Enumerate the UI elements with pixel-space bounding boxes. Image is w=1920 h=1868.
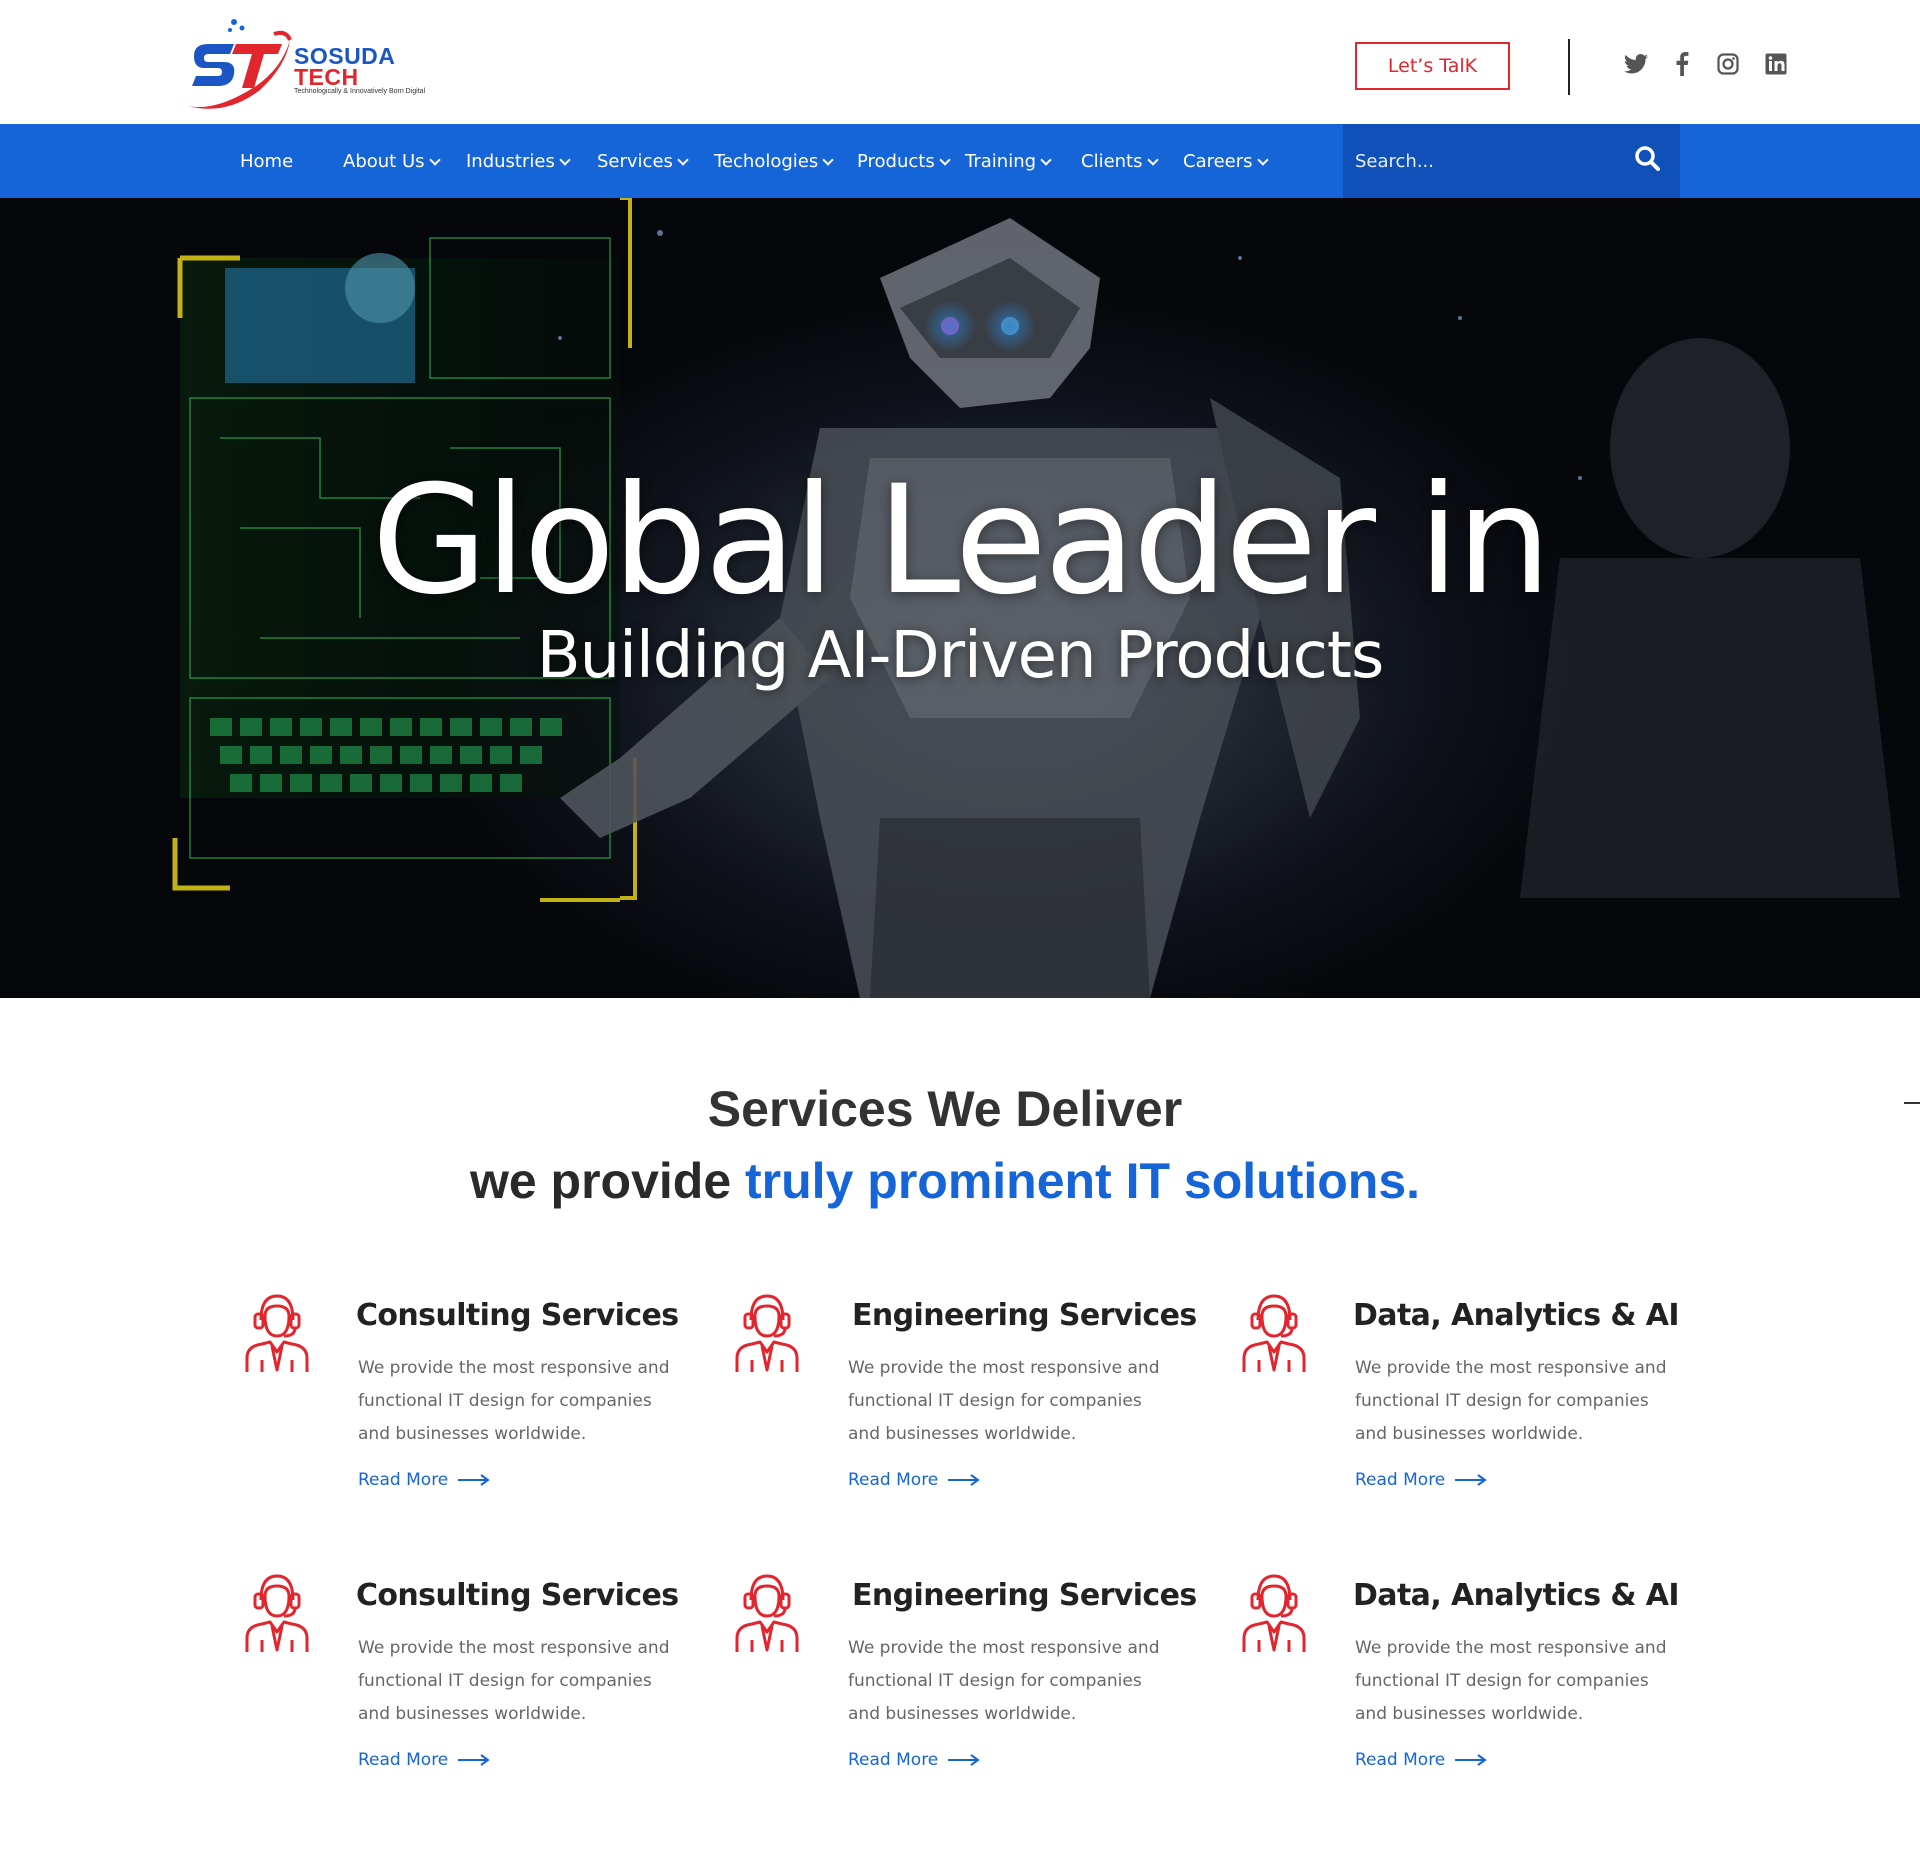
- arrow-right-icon: [458, 1754, 490, 1766]
- service-card-description: We provide the most responsive and funct…: [358, 1358, 670, 1444]
- service-card: Data, Analytics & AI We provide the most…: [1241, 1290, 1680, 1510]
- linkedin-icon[interactable]: [1762, 50, 1790, 78]
- chevron-down-icon: [1256, 154, 1269, 166]
- arrow-right-icon: [458, 1474, 490, 1486]
- read-more-label: Read More: [1355, 1470, 1446, 1490]
- nav-item-label: Clients: [1081, 150, 1143, 172]
- brand-name: SOSUDA TECH: [294, 45, 395, 90]
- read-more-link[interactable]: Read More: [848, 1470, 980, 1490]
- read-more-label: Read More: [358, 1470, 449, 1490]
- nav-item-label: Careers: [1183, 150, 1253, 172]
- service-card-title: Data, Analytics & AI: [1353, 1578, 1680, 1613]
- brand-name-line2: TECH: [294, 64, 359, 90]
- service-card-title: Data, Analytics & AI: [1353, 1298, 1680, 1333]
- service-card: Data, Analytics & AI We provide the most…: [1241, 1570, 1680, 1790]
- read-more-link[interactable]: Read More: [1355, 1750, 1487, 1770]
- services-subtitle: we provide truly prominent IT solutions.: [0, 1152, 1890, 1210]
- service-card-title: Consulting Services: [356, 1578, 679, 1613]
- hero-subtitle: Building AI-Driven Products: [536, 619, 1385, 693]
- arrow-right-icon: [948, 1474, 980, 1486]
- read-more-label: Read More: [848, 1470, 939, 1490]
- search-box: [1343, 124, 1680, 198]
- support-agent-icon: [245, 1574, 309, 1652]
- nav-item-label: Training: [965, 150, 1037, 172]
- search-button[interactable]: [1634, 145, 1666, 177]
- read-more-link[interactable]: Read More: [358, 1470, 490, 1490]
- service-card-description: We provide the most responsive and funct…: [358, 1638, 670, 1724]
- read-more-label: Read More: [358, 1750, 449, 1770]
- service-card: Consulting Services We provide the most …: [244, 1290, 679, 1510]
- read-more-label: Read More: [1355, 1750, 1446, 1770]
- nav-item-label: Products: [857, 150, 935, 172]
- services-title: Services We Deliver: [707, 1081, 1183, 1137]
- instagram-icon[interactable]: [1714, 50, 1742, 78]
- nav-item-services[interactable]: Services: [597, 124, 689, 198]
- nav-item-label: Home: [240, 150, 294, 172]
- logo-mark-icon: [188, 19, 292, 109]
- read-more-link[interactable]: Read More: [848, 1750, 980, 1770]
- brand-tagline: Technologically & Innovatively Born Digi…: [294, 88, 426, 95]
- chevron-down-icon: [1146, 154, 1159, 166]
- lets-talk-button[interactable]: Let’s TalK: [1355, 42, 1510, 90]
- read-more-link[interactable]: Read More: [358, 1750, 490, 1770]
- arrow-right-icon: [1455, 1754, 1487, 1766]
- service-card: Engineering Services We provide the most…: [734, 1570, 1197, 1790]
- support-agent-icon: [1242, 1294, 1306, 1372]
- services-subtitle-highlight: truly prominent IT solutions.: [745, 1153, 1421, 1209]
- nav-item-label: Techologies: [714, 150, 819, 172]
- nav-item-training[interactable]: Training: [965, 124, 1052, 198]
- service-card-title: Consulting Services: [356, 1298, 679, 1333]
- side-scroll-indicator: [1904, 1102, 1920, 1104]
- chevron-down-icon: [428, 154, 441, 166]
- service-card-description: We provide the most responsive and funct…: [848, 1638, 1160, 1724]
- service-card-description: We provide the most responsive and funct…: [1355, 1358, 1667, 1444]
- hero-title: Global Leader in: [371, 454, 1552, 628]
- nav-item-clients[interactable]: Clients: [1081, 124, 1159, 198]
- service-card-description: We provide the most responsive and funct…: [1355, 1638, 1667, 1724]
- facebook-icon[interactable]: [1668, 50, 1696, 78]
- support-agent-icon: [735, 1294, 799, 1372]
- service-card-title: Engineering Services: [852, 1578, 1197, 1613]
- arrow-right-icon: [1455, 1474, 1487, 1486]
- nav-item-label: Industries: [466, 150, 555, 172]
- service-card: Engineering Services We provide the most…: [734, 1290, 1197, 1510]
- site-header: SOSUDA TECH Technologically & Innovative…: [0, 0, 1920, 124]
- hero-banner: Global Leader in Building AI-Driven Prod…: [0, 198, 1920, 998]
- nav-item-technologies[interactable]: Techologies: [714, 124, 834, 198]
- nav-item-home[interactable]: Home: [240, 124, 293, 198]
- service-card-description: We provide the most responsive and funct…: [848, 1358, 1160, 1444]
- chevron-down-icon: [822, 154, 834, 166]
- nav-item-industries[interactable]: Industries: [466, 124, 571, 198]
- service-card-title: Engineering Services: [852, 1298, 1197, 1333]
- nav-item-about-us[interactable]: About Us: [343, 124, 441, 198]
- chevron-down-icon: [939, 154, 951, 166]
- nav-item-careers[interactable]: Careers: [1183, 124, 1269, 198]
- search-input[interactable]: [1355, 142, 1615, 180]
- service-card: Consulting Services We provide the most …: [244, 1570, 679, 1790]
- search-icon: [1635, 146, 1660, 171]
- brand-logo[interactable]: SOSUDA TECH Technologically & Innovative…: [186, 16, 425, 112]
- read-more-link[interactable]: Read More: [1355, 1470, 1487, 1490]
- nav-item-label: Services: [597, 150, 673, 172]
- nav-item-products[interactable]: Products: [857, 124, 951, 198]
- services-subtitle-plain: we provide: [469, 1153, 746, 1209]
- nav-item-label: About Us: [343, 150, 425, 172]
- chevron-down-icon: [559, 154, 571, 166]
- read-more-label: Read More: [848, 1750, 939, 1770]
- support-agent-icon: [735, 1574, 799, 1652]
- support-agent-icon: [1242, 1574, 1306, 1652]
- chevron-down-icon: [1040, 154, 1052, 166]
- arrow-right-icon: [948, 1754, 980, 1766]
- twitter-icon[interactable]: [1622, 50, 1650, 78]
- header-divider: [1568, 39, 1570, 95]
- chevron-down-icon: [677, 154, 689, 166]
- support-agent-icon: [245, 1294, 309, 1372]
